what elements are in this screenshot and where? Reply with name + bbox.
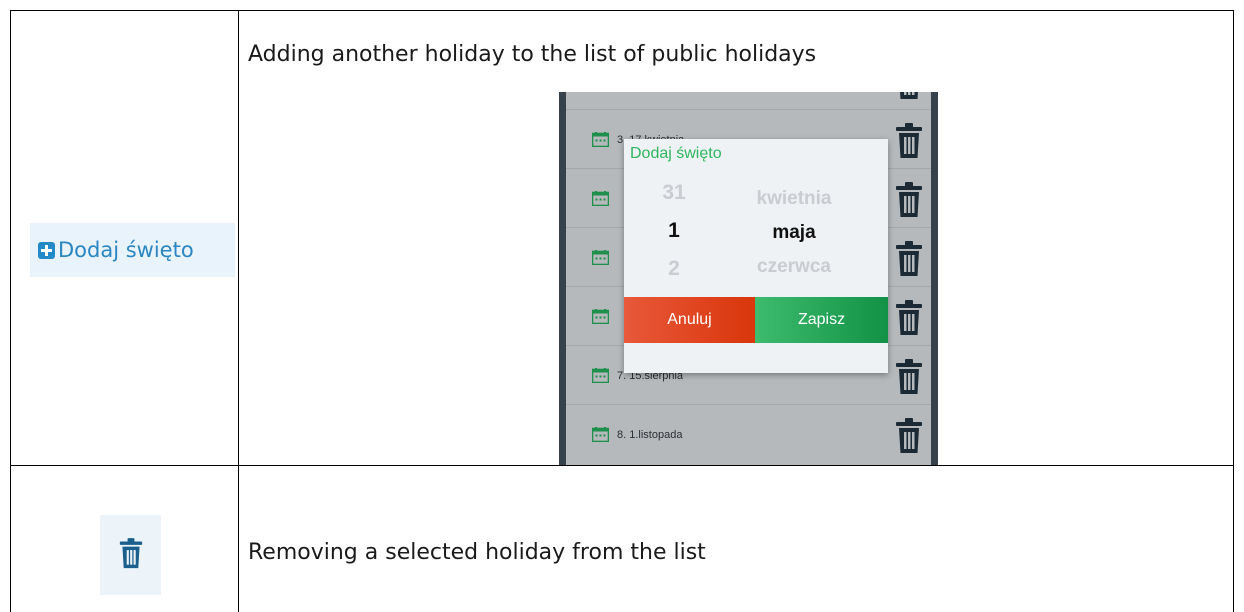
holiday-list: 3. 17.kwietnia 7. 15.sierpnia — [566, 92, 931, 465]
delete-holiday-button-sample — [100, 515, 161, 595]
add-holiday-dialog: Dodaj święto 31 1 2 kwietnia maja czerwc… — [624, 139, 888, 373]
list-item[interactable] — [566, 92, 931, 110]
save-button[interactable]: Zapisz — [755, 297, 888, 343]
cancel-button[interactable]: Anuluj — [624, 297, 755, 343]
table-border-top — [10, 10, 1234, 11]
row-1-description: Adding another holiday to the list of pu… — [248, 42, 817, 67]
table-border-right — [1233, 10, 1234, 612]
trash-icon[interactable] — [895, 300, 923, 340]
table-column-divider — [238, 10, 239, 612]
trash-icon[interactable] — [895, 359, 923, 399]
trash-icon[interactable] — [895, 241, 923, 281]
trash-icon[interactable] — [895, 123, 923, 163]
add-holiday-button-sample: Dodaj święto — [30, 223, 235, 277]
day-picker-next[interactable]: 2 — [644, 257, 704, 281]
month-picker-previous[interactable]: kwietnia — [734, 188, 854, 210]
calendar-icon — [592, 427, 609, 442]
calendar-icon — [592, 368, 609, 383]
row-2-description: Removing a selected holiday from the lis… — [248, 540, 706, 565]
day-picker-previous[interactable]: 31 — [644, 181, 704, 205]
month-picker-next[interactable]: czerwca — [734, 256, 854, 278]
day-picker-selected[interactable]: 1 — [644, 219, 704, 243]
calendar-icon — [592, 132, 609, 147]
list-item-label: 8. 1.listopada — [617, 429, 683, 441]
list-item[interactable]: 8. 1.listopada — [566, 405, 931, 464]
plus-square-icon — [38, 241, 55, 259]
table-border-left — [10, 10, 11, 612]
calendar-icon — [592, 191, 609, 206]
add-holiday-label: Dodaj święto — [58, 238, 194, 262]
month-picker-selected[interactable]: maja — [734, 222, 854, 244]
table-row-divider — [10, 465, 1234, 466]
trash-icon — [119, 537, 143, 574]
calendar-icon — [592, 250, 609, 265]
calendar-icon — [592, 309, 609, 324]
dialog-title: Dodaj święto — [630, 145, 722, 162]
trash-icon[interactable] — [895, 418, 923, 458]
phone-screenshot: 3. 17.kwietnia 7. 15.sierpnia — [559, 92, 938, 465]
trash-icon[interactable] — [895, 92, 923, 104]
trash-icon[interactable] — [895, 182, 923, 222]
